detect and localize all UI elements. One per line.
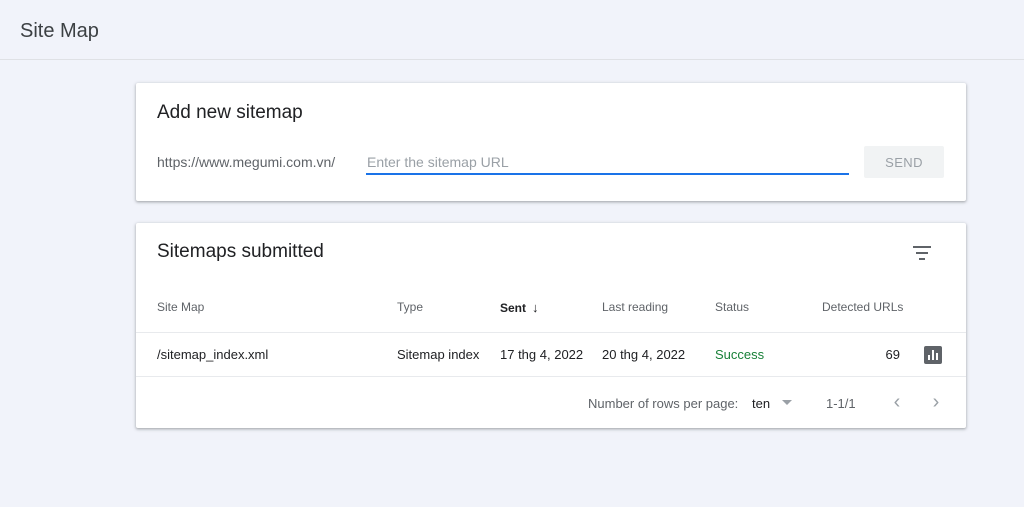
cell-type: Sitemap index [397, 347, 480, 362]
cell-detected-urls: 69 [885, 347, 900, 362]
rows-per-page-select[interactable]: ten [752, 391, 796, 415]
submitted-sitemaps-card: Sitemaps submitted Site Map Type Sent ↓ L… [136, 223, 966, 428]
cell-status: Success [715, 347, 765, 362]
header-divider [136, 332, 966, 333]
row-divider [136, 376, 966, 377]
rows-per-page-value: ten [752, 396, 771, 411]
cell-site-map: /sitemap_index.xml [157, 347, 269, 362]
column-header-sent[interactable]: Sent ↓ [500, 300, 539, 315]
column-header-status[interactable]: Status [715, 300, 749, 314]
rows-per-page-label: Number of rows per page: [588, 396, 739, 411]
filter-icon[interactable] [906, 237, 938, 269]
pagination-range: 1-1/1 [826, 396, 856, 411]
add-sitemap-title: Add new sitemap [157, 102, 303, 123]
submitted-sitemaps-title: Sitemaps submitted [157, 241, 324, 262]
chevron-right-icon[interactable]: › [923, 389, 949, 415]
column-header-sent-label: Sent [500, 301, 527, 315]
column-header-detected-urls[interactable]: Detected URLs [822, 300, 903, 314]
site-url-prefix: https://www.megumi.com.vn/ [157, 154, 336, 170]
chevron-left-icon[interactable]: ‹ [884, 389, 910, 415]
arrow-down-icon: ↓ [532, 300, 539, 315]
send-button[interactable]: SEND [864, 146, 944, 178]
caret-down-icon [782, 400, 792, 405]
page-header: Site Map [0, 0, 1024, 60]
column-header-type[interactable]: Type [397, 300, 423, 314]
column-header-last-reading[interactable]: Last reading [602, 300, 668, 314]
page-title: Site Map [20, 20, 99, 42]
cell-last-reading: 20 thg 4, 2022 [602, 347, 686, 362]
bar-chart-icon[interactable] [924, 346, 942, 364]
add-sitemap-card: Add new sitemap https://www.megumi.com.v… [136, 83, 966, 201]
column-header-site-map[interactable]: Site Map [157, 300, 204, 314]
cell-sent: 17 thg 4, 2022 [500, 347, 584, 362]
sitemap-url-input[interactable] [366, 151, 849, 175]
